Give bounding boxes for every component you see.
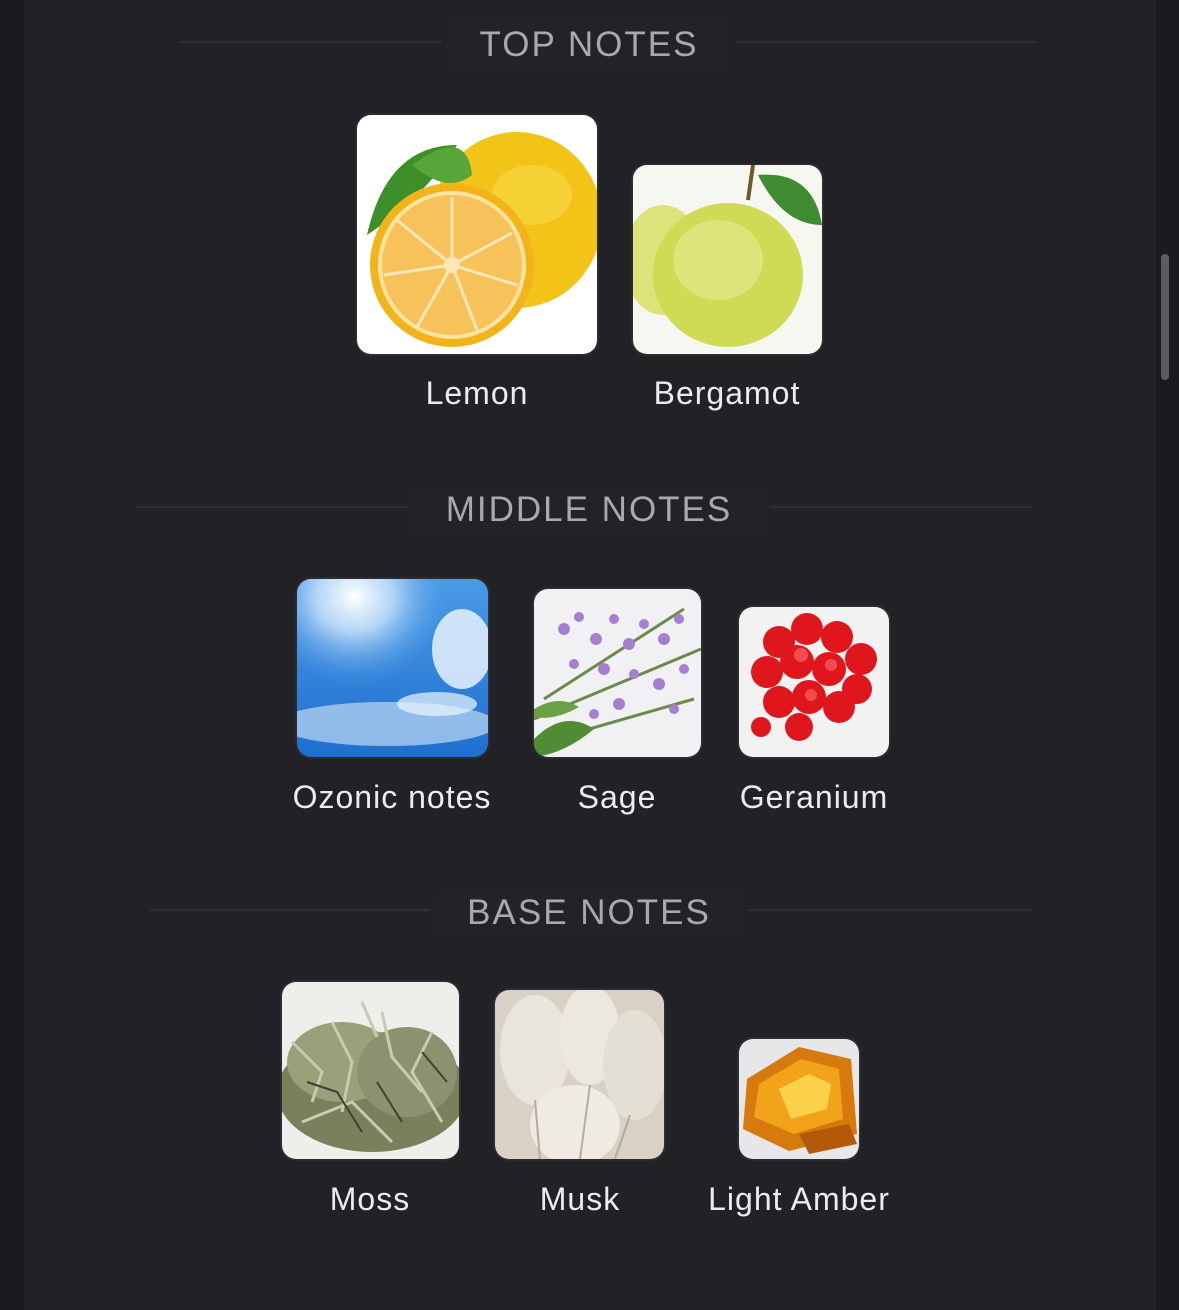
musk-image[interactable] bbox=[495, 990, 664, 1159]
divider-line bbox=[736, 41, 1036, 43]
bergamot-image[interactable] bbox=[633, 165, 822, 354]
section-title-top-notes: TOP NOTES bbox=[445, 22, 733, 68]
note-label-ozonic-notes: Ozonic notes bbox=[292, 779, 492, 815]
note-label-light-amber: Light Amber bbox=[708, 1181, 890, 1217]
section-title-middle-notes: MIDDLE NOTES bbox=[410, 487, 768, 533]
divider-line bbox=[180, 41, 442, 43]
moss-image[interactable] bbox=[282, 982, 459, 1159]
divider-line bbox=[135, 506, 407, 508]
divider-line bbox=[150, 909, 430, 911]
note-label-geranium: Geranium bbox=[739, 779, 889, 815]
note-label-lemon: Lemon bbox=[425, 375, 529, 411]
sage-image[interactable] bbox=[534, 589, 701, 757]
lemon-image[interactable] bbox=[357, 115, 597, 354]
note-label-moss: Moss bbox=[329, 1181, 411, 1217]
geranium-image[interactable] bbox=[739, 607, 889, 757]
divider-line bbox=[770, 506, 1032, 508]
divider-line bbox=[748, 909, 1032, 911]
sky-image[interactable] bbox=[297, 579, 488, 757]
amber-image[interactable] bbox=[739, 1039, 859, 1159]
note-label-sage: Sage bbox=[577, 779, 657, 815]
note-label-bergamot: Bergamot bbox=[653, 375, 801, 411]
scrollbar[interactable] bbox=[1161, 254, 1169, 380]
section-title-base-notes: BASE NOTES bbox=[433, 890, 745, 936]
note-label-musk: Musk bbox=[539, 1181, 621, 1217]
